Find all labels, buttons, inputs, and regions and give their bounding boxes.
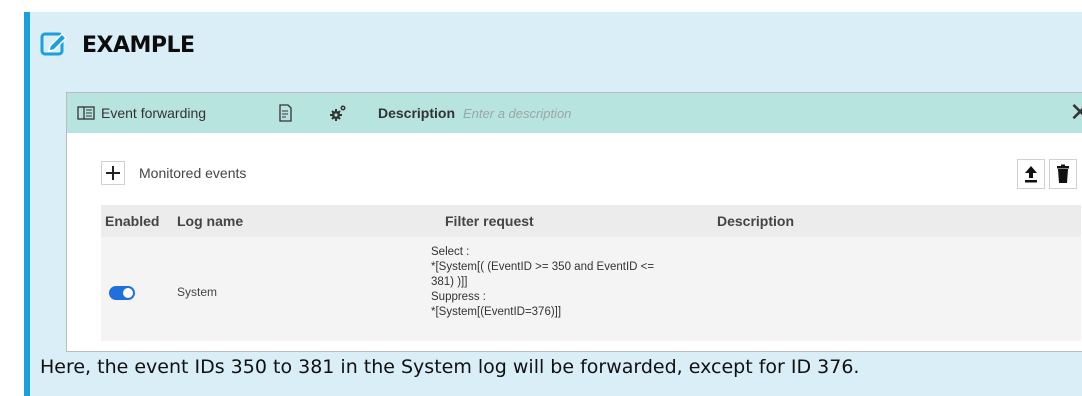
table-actions [1017, 159, 1077, 189]
close-icon[interactable]: ✕ [1069, 99, 1082, 125]
example-caption: Here, the event IDs 350 to 381 in the Sy… [40, 356, 860, 378]
table-header: Enabled Log name Filter request Descript… [101, 205, 1081, 237]
example-header: EXAMPLE [40, 30, 195, 61]
log-name-cell: System [177, 285, 218, 299]
filter-line: *[System[(EventID=376)]] [431, 306, 562, 318]
header-enabled: Enabled [105, 213, 160, 229]
add-monitored-events: Monitored events [101, 161, 246, 185]
panel-toolbar: Event forwarding Description Enter a des… [67, 93, 1082, 133]
edit-note-icon [40, 30, 68, 61]
filter-line: 381) )]] [431, 276, 468, 288]
example-callout: EXAMPLE Event forwarding Description Ent… [24, 12, 1082, 396]
module-label: Event forwarding [101, 105, 207, 121]
header-log-name: Log name [177, 213, 244, 229]
monitored-events-label: Monitored events [139, 165, 247, 181]
trash-icon [1057, 164, 1069, 183]
header-filter-request: Filter request [445, 213, 534, 229]
monitored-events-table: Enabled Log name Filter request Descript… [101, 205, 1081, 341]
panel-layout-icon [77, 106, 95, 120]
example-title: EXAMPLE [82, 33, 195, 58]
enabled-toggle[interactable] [109, 286, 135, 300]
plus-icon [106, 166, 120, 180]
table-row[interactable]: System Select : *[System[( (EventID >= 3… [101, 237, 1081, 341]
filter-request-cell: Select : *[System[( (EventID >= 350 and … [431, 245, 654, 320]
event-forwarding-panel: Event forwarding Description Enter a des… [66, 92, 1082, 352]
upload-button[interactable] [1017, 159, 1045, 189]
module-title: Event forwarding [77, 105, 206, 121]
upload-icon [1025, 166, 1037, 183]
description-placeholder[interactable]: Enter a description [463, 106, 571, 121]
add-event-button[interactable] [101, 161, 125, 185]
gears-icon[interactable] [329, 104, 347, 122]
filter-line: Select : [431, 246, 470, 258]
delete-button[interactable] [1049, 159, 1077, 189]
filter-line: *[System[( (EventID >= 350 and EventID <… [431, 261, 655, 273]
document-edit-icon[interactable] [279, 104, 293, 122]
description-label: Description [378, 105, 456, 121]
header-description: Description [717, 213, 795, 229]
filter-line: Suppress : [431, 291, 486, 303]
description-field[interactable]: Description Enter a description [378, 105, 571, 121]
